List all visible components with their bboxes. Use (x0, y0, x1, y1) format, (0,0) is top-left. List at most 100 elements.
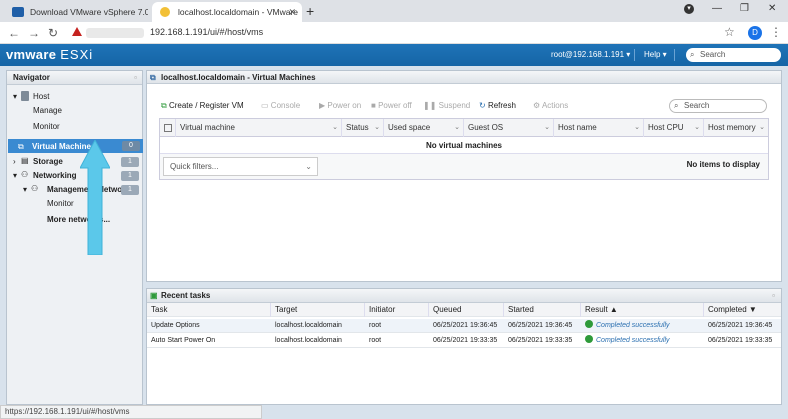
stop-icon: ■ (371, 101, 376, 110)
browser-menu-icon[interactable]: ⋮ (770, 25, 782, 39)
search-icon: ⌕ (674, 101, 679, 110)
annotation-up-arrow (80, 140, 110, 255)
refresh-icon: ↻ (479, 101, 486, 110)
col-queued[interactable]: Queued (429, 303, 504, 317)
user-menu[interactable]: root@192.168.1.191 ▾ (551, 50, 630, 59)
nav-host[interactable]: Host (33, 92, 49, 101)
success-check-icon (585, 335, 593, 343)
col-host-cpu[interactable]: Host CPU ⌄ (644, 119, 704, 137)
url-field[interactable]: 192.168.1.191/ui/#/host/vms (150, 27, 263, 37)
host-icon (21, 91, 29, 101)
nav-storage[interactable]: Storage (33, 157, 63, 166)
col-task[interactable]: Task (147, 303, 271, 317)
networking-count-badge: 1 (121, 171, 139, 181)
expand-networking-icon[interactable]: ▾ (13, 171, 17, 180)
create-register-vm-button[interactable]: ⧉ Create / Register VM (161, 101, 244, 111)
mgmt-count-badge: 1 (121, 185, 139, 195)
nav-manage[interactable]: Manage (33, 106, 62, 115)
success-check-icon (585, 320, 593, 328)
nav-network-monitor[interactable]: Monitor (47, 199, 74, 208)
vm-table: Virtual machine ⌄ Status ⌄ Used space ⌄ Gue… (159, 118, 769, 180)
vms-count-badge: 0 (122, 141, 140, 151)
browser-tab-esxi[interactable]: localhost.localdomain - VMware ✕ (152, 2, 302, 22)
recent-tasks-header: ▣ Recent tasks ▫ (147, 289, 781, 303)
virtual-machines-panel: ⧉ localhost.localdomain - Virtual Machin… (146, 70, 782, 282)
collapse-icon[interactable]: ▫ (134, 71, 137, 85)
address-bar: ← → ↻ 192.168.1.191/ui/#/host/vms ☆ D ⋮ (0, 22, 788, 44)
collapse-tasks-icon[interactable]: ▫ (772, 289, 775, 303)
panel-title: localhost.localdomain - Virtual Machines (161, 73, 316, 82)
navigator-title: Navigator (13, 73, 50, 82)
col-host-name[interactable]: Host name ⌄ (554, 119, 644, 137)
help-menu[interactable]: Help ▾ (644, 50, 667, 59)
create-vm-icon: ⧉ (161, 101, 167, 110)
nav-networking[interactable]: Networking (33, 171, 77, 180)
expand-host-icon[interactable]: ▾ (13, 92, 17, 101)
forward-icon[interactable]: → (28, 26, 40, 40)
expand-mgmt-icon[interactable]: ▾ (23, 185, 27, 194)
console-icon: ▭ (261, 101, 269, 110)
storage-count-badge: 1 (121, 157, 139, 167)
header-search-input[interactable]: ⌕ Search (686, 48, 781, 62)
vm-header-icon: ⧉ (150, 73, 156, 82)
col-status[interactable]: Status ⌄ (342, 119, 384, 137)
restore-icon[interactable]: ❐ (740, 3, 749, 14)
table-row[interactable]: Auto Start Power On localhost.localdomai… (147, 334, 781, 348)
tab-search-icon[interactable]: ▾ (684, 4, 694, 14)
col-completed[interactable]: Completed ▼ (704, 303, 781, 317)
vm-table-footer: Quick filters... ⌄ No items to display (160, 154, 768, 179)
redacted-security-label (86, 28, 144, 38)
nav-virtual-machines[interactable]: ⧉ Virtual Machines 0 (8, 139, 143, 153)
play-icon: ▶ (319, 101, 326, 110)
power-off-button[interactable]: ■ Power off (371, 101, 412, 110)
browser-tab-bar: Download VMware vSphere 7.0 | localhost.… (0, 0, 788, 22)
not-secure-warning-icon[interactable] (72, 27, 82, 36)
empty-message: No virtual machines (160, 137, 768, 154)
col-used-space[interactable]: Used space ⌄ (384, 119, 464, 137)
back-icon[interactable]: ← (8, 26, 20, 40)
col-guest-os[interactable]: Guest OS ⌄ (464, 119, 554, 137)
refresh-button[interactable]: ↻ Refresh (479, 101, 516, 110)
power-on-button[interactable]: ▶ Power on (319, 101, 361, 110)
profile-avatar[interactable]: D (748, 26, 762, 40)
browser-tab-vmware-download[interactable]: Download VMware vSphere 7.0 | (4, 2, 148, 22)
gear-icon: ⚙ (533, 101, 541, 110)
vm-icon: ⧉ (18, 142, 24, 151)
network-icon: ⚇ (31, 184, 39, 193)
close-window-icon[interactable]: ✕ (768, 3, 776, 14)
close-tab-icon[interactable]: ✕ (288, 2, 296, 22)
expand-storage-icon[interactable]: › (13, 157, 16, 166)
pause-icon: ❚❚ (423, 101, 437, 110)
col-virtual-machine[interactable]: Virtual machine ⌄ (176, 119, 342, 137)
col-target[interactable]: Target (271, 303, 365, 317)
minimize-icon[interactable]: — (712, 3, 722, 14)
col-started[interactable]: Started (504, 303, 581, 317)
browser-status-bar: https://192.168.1.191/ui/#/host/vms (0, 405, 262, 419)
vm-table-header: Virtual machine ⌄ Status ⌄ Used space ⌄ Gue… (160, 119, 768, 137)
col-result[interactable]: Result ▲ (581, 303, 704, 317)
navigator-header: Navigator ▫ (7, 71, 142, 85)
console-button[interactable]: ▭ Console (261, 101, 300, 110)
col-host-memory[interactable]: Host memory ⌄ (704, 119, 768, 137)
quick-filters-select[interactable]: Quick filters... ⌄ (163, 157, 318, 176)
col-initiator[interactable]: Initiator (365, 303, 429, 317)
recent-tasks-panel: ▣ Recent tasks ▫ Task Target Initiator Q… (146, 288, 782, 405)
actions-button[interactable]: ⚙ Actions (533, 101, 568, 110)
chevron-down-icon: ⌄ (305, 162, 312, 171)
tasks-table-header: Task Target Initiator Queued Started Res… (147, 303, 781, 317)
networking-icon: ⚇ (21, 170, 29, 179)
esxi-header: vmware ESXi root@192.168.1.191 ▾ Help ▾ ⌕… (0, 44, 788, 66)
new-tab-icon[interactable]: + (306, 3, 314, 19)
storage-icon: ▤ (21, 156, 29, 165)
nav-monitor[interactable]: Monitor (33, 122, 60, 131)
vmware-favicon-icon (12, 7, 24, 17)
suspend-button[interactable]: ❚❚ Suspend (423, 101, 470, 110)
vm-search-input[interactable]: ⌕ Search (669, 99, 767, 113)
navigator-panel: Navigator ▫ ▾ Host Manage Monitor ⧉ Virt… (6, 70, 143, 405)
select-all-checkbox[interactable] (160, 119, 176, 137)
tab-label: localhost.localdomain - VMware (178, 7, 298, 17)
reload-icon[interactable]: ↻ (48, 26, 58, 40)
bookmark-star-icon[interactable]: ☆ (724, 25, 735, 39)
tasks-icon: ▣ (150, 291, 158, 300)
table-row[interactable]: Update Options localhost.localdomain roo… (147, 319, 781, 333)
